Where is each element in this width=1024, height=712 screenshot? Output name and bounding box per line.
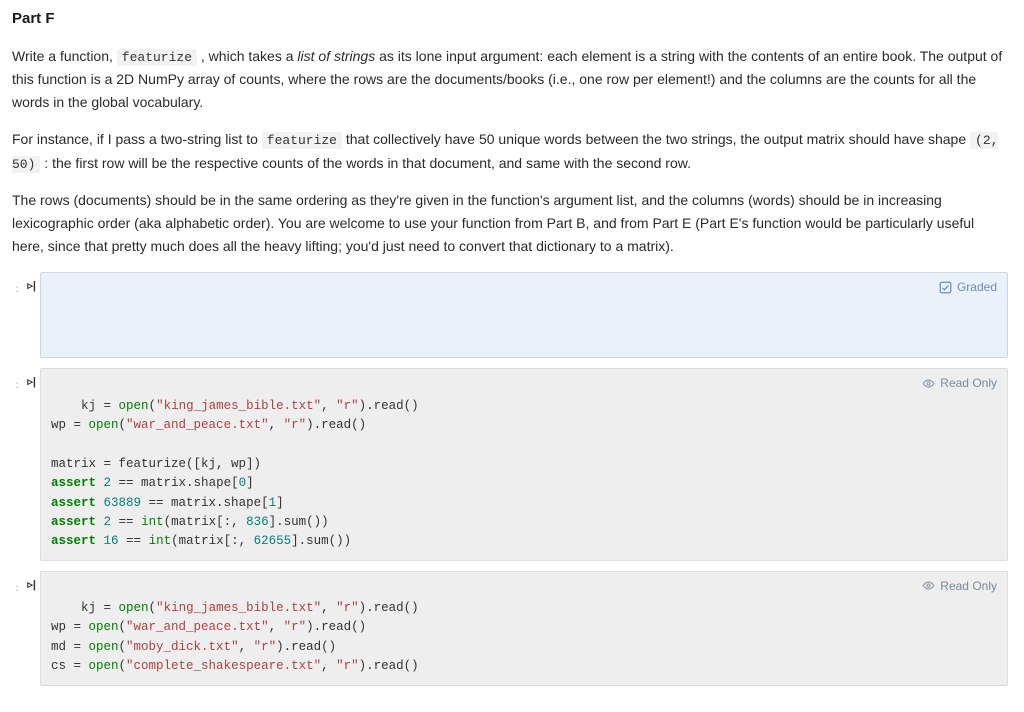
code-line: assert 2 == matrix.shape[0]	[51, 476, 254, 490]
code-line: wp = open("war_and_peace.txt", "r").read…	[51, 620, 366, 634]
em-text: list of strings	[297, 48, 375, 64]
code-line: matrix = featurize([kj, wp])	[51, 457, 261, 471]
code-line: wp = open("war_and_peace.txt", "r").read…	[51, 418, 366, 432]
gutter-colon: :	[8, 368, 26, 393]
paragraph-1: Write a function, featurize , which take…	[12, 45, 1008, 115]
code-cell-readonly-2: : ▹| Read Only kj = open("king_james_bib…	[8, 571, 1008, 686]
graded-badge: Graded	[939, 278, 997, 297]
code-input-readonly: Read Only kj = open("king_james_bible.tx…	[40, 571, 1008, 686]
run-prompt[interactable]: ▹|	[26, 571, 40, 594]
paragraph-3: The rows (documents) should be in the sa…	[12, 189, 1008, 258]
paragraph-2: For instance, if I pass a two-string lis…	[12, 128, 1008, 175]
readonly-badge: Read Only	[922, 577, 997, 596]
code-line: md = open("moby_dick.txt", "r").read()	[51, 640, 336, 654]
code-cell-readonly-1: : ▹| Read Only kj = open("king_james_bib…	[8, 368, 1008, 560]
code-cell-graded: : ▹| Graded	[8, 272, 1008, 358]
section-heading: Part F	[12, 8, 1008, 31]
code-input-readonly: Read Only kj = open("king_james_bible.tx…	[40, 368, 1008, 560]
run-prompt[interactable]: ▹|	[26, 272, 40, 295]
eye-icon	[922, 377, 935, 390]
eye-icon	[922, 579, 935, 592]
gutter-colon: :	[8, 272, 26, 297]
run-prompt[interactable]: ▹|	[26, 368, 40, 391]
badge-label: Read Only	[940, 374, 997, 393]
text: : the first row will be the respective c…	[40, 155, 691, 171]
text: For instance, if I pass a two-string lis…	[12, 131, 262, 147]
code-input-empty[interactable]: Graded	[40, 272, 1008, 358]
text: Write a function,	[12, 48, 117, 64]
checkbox-icon	[939, 281, 952, 294]
code-line: kj = open("king_james_bible.txt", "r").r…	[81, 601, 419, 615]
inline-code-featurize: featurize	[117, 49, 197, 66]
code-line: kj = open("king_james_bible.txt", "r").r…	[81, 399, 419, 413]
code-line: assert 16 == int(matrix[:, 62655].sum())	[51, 534, 351, 548]
code-line: assert 63889 == matrix.shape[1]	[51, 496, 284, 510]
code-line: cs = open("complete_shakespeare.txt", "r…	[51, 659, 419, 673]
text: that collectively have 50 unique words b…	[342, 131, 970, 147]
readonly-badge: Read Only	[922, 374, 997, 393]
badge-label: Graded	[957, 278, 997, 297]
text: , which takes a	[197, 48, 297, 64]
inline-code-featurize: featurize	[262, 132, 342, 149]
gutter-colon: :	[8, 571, 26, 596]
badge-label: Read Only	[940, 577, 997, 596]
code-line: assert 2 == int(matrix[:, 836].sum())	[51, 515, 329, 529]
